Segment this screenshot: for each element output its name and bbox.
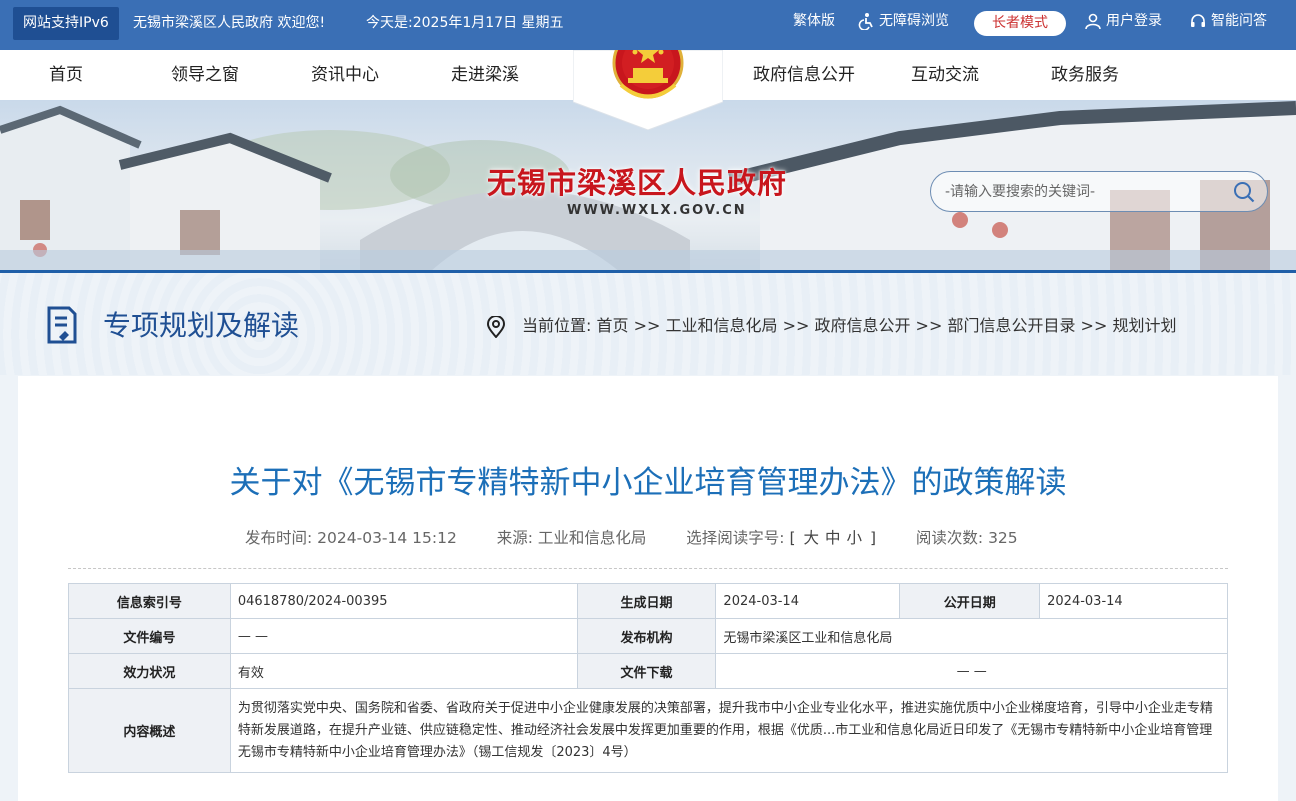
download-label: 文件下载 <box>576 653 717 689</box>
publish-time: 2024-03-14 15:12 <box>317 529 457 547</box>
nav-item-gov-info[interactable]: 政府信息公开 <box>753 50 855 100</box>
elder-mode-button[interactable]: 长者模式 <box>974 11 1066 36</box>
fontsize-small-button[interactable]: 小 <box>847 529 863 547</box>
table-row: 效力状况 有效 文件下载 — — <box>68 653 1228 689</box>
index-label: 信息索引号 <box>68 583 231 619</box>
docno-value: — — <box>229 618 578 654</box>
summary-label: 内容概述 <box>68 688 231 773</box>
status-value: 有效 <box>229 653 578 689</box>
nav-item-services[interactable]: 政务服务 <box>1051 50 1119 100</box>
smart-qa-label: 智能问答 <box>1211 13 1267 29</box>
search-button[interactable] <box>1233 181 1255 203</box>
headset-icon <box>1189 12 1207 30</box>
breadcrumb: 当前位置: 首页 >> 工业和信息化局 >> 政府信息公开 >> 部门信息公开目… <box>522 314 1176 338</box>
download-value[interactable]: — — <box>715 653 1228 689</box>
nav-item-interaction[interactable]: 互动交流 <box>911 50 979 100</box>
traditional-link[interactable]: 繁体版 <box>793 0 835 42</box>
source-label: 来源: <box>496 529 533 547</box>
nav-item-about[interactable]: 走进梁溪 <box>451 50 519 100</box>
section-title: 专项规划及解读 <box>103 309 300 342</box>
fontsize-switch: [ 大中小 ] <box>789 529 880 547</box>
source-value: 工业和信息化局 <box>537 529 647 547</box>
index-value: 04618780/2024-00395 <box>229 583 578 619</box>
article-title: 关于对《无锡市专精特新中小企业培育管理办法》的政策解读 <box>229 465 1067 501</box>
login-link[interactable]: 用户登录 <box>1084 0 1162 42</box>
meta-divider <box>68 568 1228 569</box>
date-text: 今天是:2025年1月17日 星期五 <box>366 15 564 31</box>
reads-count: 325 <box>988 529 1018 547</box>
issuer-label: 发布机构 <box>576 618 717 654</box>
public-label: 公开日期 <box>899 583 1041 619</box>
article-meta: 发布时间: 2024-03-14 15:12 来源: 工业和信息化局 选择阅读字… <box>245 527 1018 549</box>
fontsize-close-bracket: ] <box>869 529 877 547</box>
publish-label: 发布时间: <box>245 529 313 547</box>
search-input[interactable] <box>945 172 1225 211</box>
summary-value: 为贯彻落实党中央、国务院和省委、省政府关于促进中小企业健康发展的决策部署，提升我… <box>229 688 1229 773</box>
accessible-link[interactable]: 无障碍浏览 <box>857 0 949 42</box>
status-label: 效力状况 <box>68 653 231 689</box>
top-bar: 网站支持IPv6 无锡市梁溪区人民政府 欢迎您! 今天是:2025年1月17日 … <box>0 0 1296 50</box>
accessible-label: 无障碍浏览 <box>879 13 949 29</box>
table-row: 信息索引号 04618780/2024-00395 生成日期 2024-03-1… <box>68 583 1228 619</box>
ipv6-badge: 网站支持IPv6 <box>13 7 119 40</box>
nav-item-home[interactable]: 首页 <box>49 50 83 100</box>
breadcrumb-label: 当前位置: <box>522 316 592 335</box>
created-label: 生成日期 <box>576 583 717 619</box>
info-table: 信息索引号 04618780/2024-00395 生成日期 2024-03-1… <box>68 583 1229 773</box>
public-value: 2024-03-14 <box>1039 583 1228 619</box>
breadcrumb-path[interactable]: 首页 >> 工业和信息化局 >> 政府信息公开 >> 部门信息公开目录 >> 规… <box>597 316 1177 335</box>
document-icon <box>45 306 79 344</box>
fontsize-large-button[interactable]: 大 <box>803 529 819 547</box>
search-icon <box>1234 182 1255 203</box>
nav-item-leaders[interactable]: 领导之窗 <box>171 50 239 100</box>
site-title: 无锡市梁溪区人民政府 <box>487 166 788 200</box>
fontsize-label: 选择阅读字号: <box>686 529 785 547</box>
nav-item-news[interactable]: 资讯中心 <box>311 50 379 100</box>
reads-label: 阅读次数: <box>915 529 984 547</box>
search-box <box>930 171 1268 212</box>
table-row: 内容概述 为贯彻落实党中央、国务院和省委、省政府关于促进中小企业健康发展的决策部… <box>68 688 1229 773</box>
site-url: WWW.WXLX.GOV.CN <box>567 203 747 218</box>
national-emblem <box>573 50 723 130</box>
docno-label: 文件编号 <box>68 618 231 654</box>
accessibility-icon <box>857 12 875 30</box>
location-pin-icon <box>486 315 506 339</box>
smart-qa-link[interactable]: 智能问答 <box>1189 0 1267 42</box>
table-row: 文件编号 — — 发布机构 无锡市梁溪区工业和信息化局 <box>68 618 1228 654</box>
login-label: 用户登录 <box>1106 13 1162 29</box>
fontsize-medium-button[interactable]: 中 <box>825 529 841 547</box>
fontsize-open-bracket: [ <box>789 529 796 547</box>
issuer-value: 无锡市梁溪区工业和信息化局 <box>715 618 1228 654</box>
traditional-label: 繁体版 <box>793 13 835 29</box>
user-icon <box>1084 12 1102 30</box>
welcome-text: 无锡市梁溪区人民政府 欢迎您! <box>133 15 326 31</box>
created-value: 2024-03-14 <box>715 583 901 619</box>
